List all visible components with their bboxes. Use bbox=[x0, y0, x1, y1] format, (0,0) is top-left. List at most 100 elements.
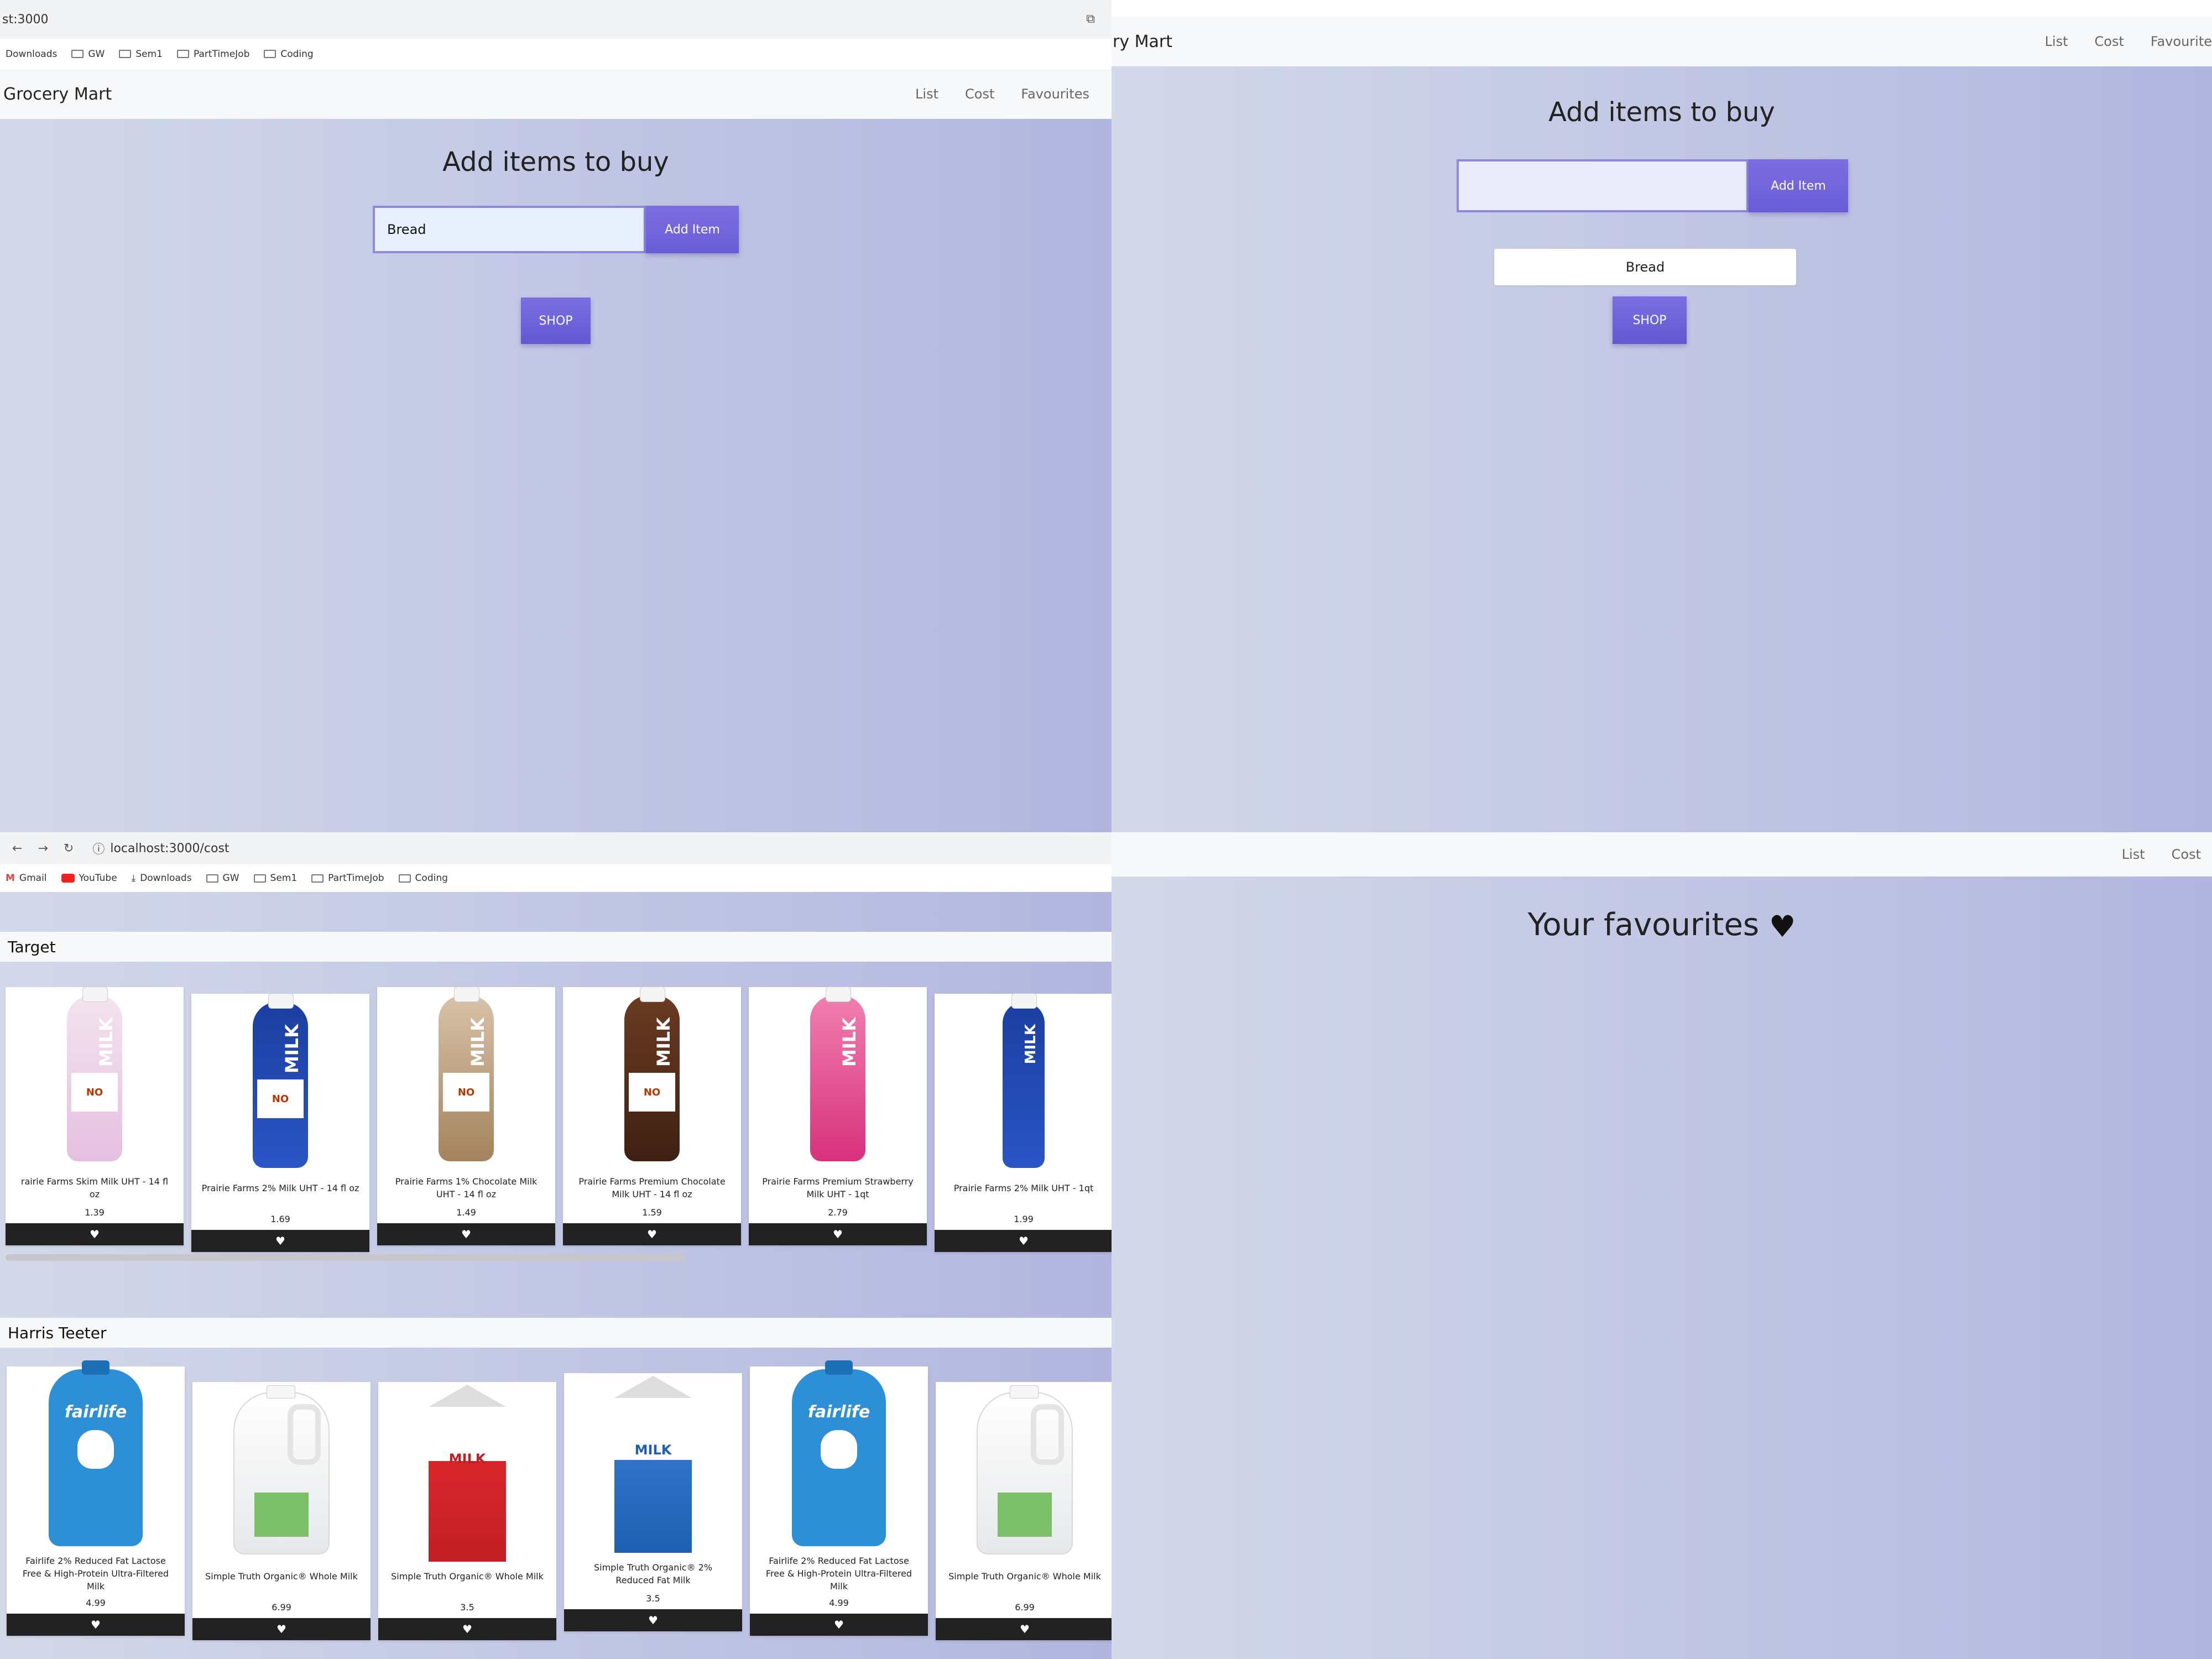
product-image: MILK bbox=[749, 987, 927, 1170]
heart-icon: ♥ bbox=[276, 1623, 286, 1636]
product-name: Prairie Farms 2% Milk UHT - 1qt bbox=[953, 1183, 1094, 1193]
folder-icon bbox=[311, 874, 324, 883]
app-navbar: Grocery Mart List Cost Favourites bbox=[0, 69, 1112, 119]
nav-favourites-link[interactable]: Favourite bbox=[2151, 34, 2212, 49]
favourite-button[interactable]: ♥ bbox=[935, 1230, 1112, 1252]
bookmark-coding[interactable]: Coding bbox=[398, 873, 448, 884]
forward-arrow-icon[interactable]: → bbox=[38, 842, 48, 855]
product-price: 4.99 bbox=[829, 1597, 849, 1608]
folder-icon bbox=[206, 874, 218, 883]
product-card: MILK NO Prairie Farms Premium Chocolate M… bbox=[563, 987, 741, 1245]
nav-cost-link[interactable]: Cost bbox=[2172, 847, 2201, 862]
milk-jug bbox=[977, 1385, 1073, 1554]
favourite-button[interactable]: ♥ bbox=[6, 1223, 184, 1245]
heart-icon: ♥ bbox=[834, 1618, 844, 1631]
favourite-button[interactable]: ♥ bbox=[563, 1223, 741, 1245]
product-row-harris-teeter[interactable]: fairlife Fairlife 2% Reduced Fat Lactose… bbox=[7, 1360, 1112, 1640]
site-info-icon[interactable]: ⓘ bbox=[92, 839, 105, 857]
app-navbar: List Cost bbox=[1112, 832, 2212, 877]
nav-cost-link[interactable]: Cost bbox=[2095, 34, 2124, 49]
add-item-button[interactable]: Add Item bbox=[646, 206, 739, 253]
milk-carton-red: MILK bbox=[429, 1385, 506, 1562]
url-text[interactable]: localhost:3000/cost bbox=[110, 842, 229, 855]
shop-button[interactable]: SHOP bbox=[521, 298, 591, 344]
product-image bbox=[192, 1382, 371, 1564]
product-image: fairlife bbox=[7, 1360, 185, 1549]
milk-carton-blue: MILK bbox=[614, 1376, 692, 1553]
heart-icon: ♥ bbox=[1020, 1623, 1030, 1636]
favourite-button[interactable]: ♥ bbox=[750, 1613, 928, 1636]
milk-bottle-tan: MILK NO bbox=[439, 987, 494, 1161]
product-card: fairlife Fairlife 2% Reduced Fat Lactose… bbox=[7, 1360, 185, 1636]
bookmark-parttimejob[interactable]: PartTimeJob bbox=[311, 873, 384, 884]
favourite-button[interactable]: ♥ bbox=[936, 1618, 1112, 1640]
nav-list-link[interactable]: List bbox=[915, 86, 938, 102]
favourite-button[interactable]: ♥ bbox=[749, 1223, 927, 1245]
favourite-button[interactable]: ♥ bbox=[192, 1618, 371, 1640]
nav-cost-link[interactable]: Cost bbox=[965, 86, 994, 102]
product-name: Fairlife 2% Reduced Fat Lactose Free & H… bbox=[765, 1556, 912, 1592]
heart-icon: ♥ bbox=[833, 1228, 843, 1241]
bookmark-sem1[interactable]: Sem1 bbox=[253, 873, 297, 884]
nav-list-link[interactable]: List bbox=[2045, 34, 2068, 49]
product-price: 1.59 bbox=[642, 1207, 662, 1218]
product-price: 1.49 bbox=[456, 1207, 476, 1218]
horizontal-scrollbar[interactable] bbox=[6, 1254, 686, 1261]
favourite-button[interactable]: ♥ bbox=[378, 1618, 556, 1640]
nav-list-link[interactable]: List bbox=[2122, 847, 2145, 862]
product-name: Simple Truth Organic® Whole Milk bbox=[391, 1571, 544, 1582]
heart-icon: ♥ bbox=[461, 1228, 471, 1241]
nav-links: List Cost bbox=[2122, 847, 2201, 862]
nav-links: List Cost Favourite bbox=[2045, 34, 2212, 49]
back-arrow-icon[interactable]: ← bbox=[12, 842, 22, 855]
brand-title[interactable]: ry Mart bbox=[1112, 32, 1172, 51]
page-title-text: Your favourites bbox=[1527, 907, 1760, 943]
product-name: Prairie Farms 1% Chocolate Milk UHT - 14… bbox=[395, 1176, 538, 1200]
nav-favourites-link[interactable]: Favourites bbox=[1021, 86, 1089, 102]
page-title: Add items to buy bbox=[442, 147, 669, 178]
shop-button[interactable]: SHOP bbox=[1613, 296, 1687, 344]
favourite-button[interactable]: ♥ bbox=[564, 1609, 742, 1631]
youtube-icon bbox=[61, 874, 75, 883]
add-item-button[interactable]: Add Item bbox=[1749, 159, 1848, 212]
folder-icon bbox=[176, 50, 189, 58]
url-text[interactable]: st:3000 bbox=[0, 13, 49, 27]
bookmark-gw[interactable]: GW bbox=[206, 873, 239, 884]
product-card: MILK NO Prairie Farms 2% Milk UHT - 14 fl… bbox=[191, 993, 369, 1252]
download-icon: ⤓ bbox=[131, 873, 136, 884]
item-input[interactable] bbox=[1457, 159, 1749, 212]
list-screen-panel: ry Mart List Cost Favourite Add items to… bbox=[1112, 0, 2212, 832]
cost-screen-panel: ← → ↻ ⓘ localhost:3000/cost M Gmail YouTu… bbox=[0, 832, 1112, 1659]
bookmark-coding[interactable]: Coding bbox=[264, 49, 314, 60]
bookmark-parttimejob[interactable]: PartTimeJob bbox=[176, 49, 249, 60]
bookmark-downloads[interactable]: ⤓ Downloads bbox=[132, 873, 192, 884]
nav-links: List Cost Favourites bbox=[915, 86, 1089, 102]
bookmark-youtube[interactable]: YouTube bbox=[61, 873, 117, 884]
product-price: 6.99 bbox=[1015, 1602, 1035, 1613]
product-image: MILK NO bbox=[377, 987, 555, 1170]
milk-bottle-brown: MILK NO bbox=[624, 987, 680, 1161]
product-row-target[interactable]: MILK NO rairie Farms Skim Milk UHT - 14 f… bbox=[6, 987, 1112, 1252]
product-image: MILK bbox=[935, 993, 1112, 1176]
bookmark-gmail[interactable]: M Gmail bbox=[6, 873, 47, 884]
bookmark-downloads[interactable]: Downloads bbox=[6, 49, 57, 60]
reload-icon[interactable]: ↻ bbox=[64, 842, 74, 855]
bookmark-sem1[interactable]: Sem1 bbox=[119, 49, 163, 60]
brand-title[interactable]: Grocery Mart bbox=[0, 85, 112, 104]
main-content: Add items to buy Add Item Bread SHOP bbox=[1112, 66, 2212, 832]
product-image: MILK NO bbox=[191, 993, 369, 1176]
favourite-button[interactable]: ♥ bbox=[377, 1223, 555, 1245]
folder-icon bbox=[71, 50, 84, 58]
list-item[interactable]: Bread bbox=[1494, 249, 1796, 285]
item-input[interactable]: Bread bbox=[373, 206, 646, 253]
favourite-button[interactable]: ♥ bbox=[7, 1613, 185, 1636]
fairlife-bottle: fairlife bbox=[49, 1360, 143, 1546]
browser-url-bar[interactable]: st:3000 ⧉ bbox=[0, 0, 1112, 39]
bookmark-gw[interactable]: GW bbox=[71, 49, 105, 60]
store-title-harris-teeter: Harris Teeter bbox=[0, 1318, 1112, 1348]
favourites-screen-panel: List Cost Your favourites ♥ bbox=[1112, 832, 2212, 1659]
heart-icon: ♥ bbox=[90, 1228, 100, 1241]
favourite-button[interactable]: ♥ bbox=[191, 1230, 369, 1252]
product-price: 1.39 bbox=[85, 1207, 105, 1218]
tab-icon[interactable]: ⧉ bbox=[1086, 12, 1095, 26]
